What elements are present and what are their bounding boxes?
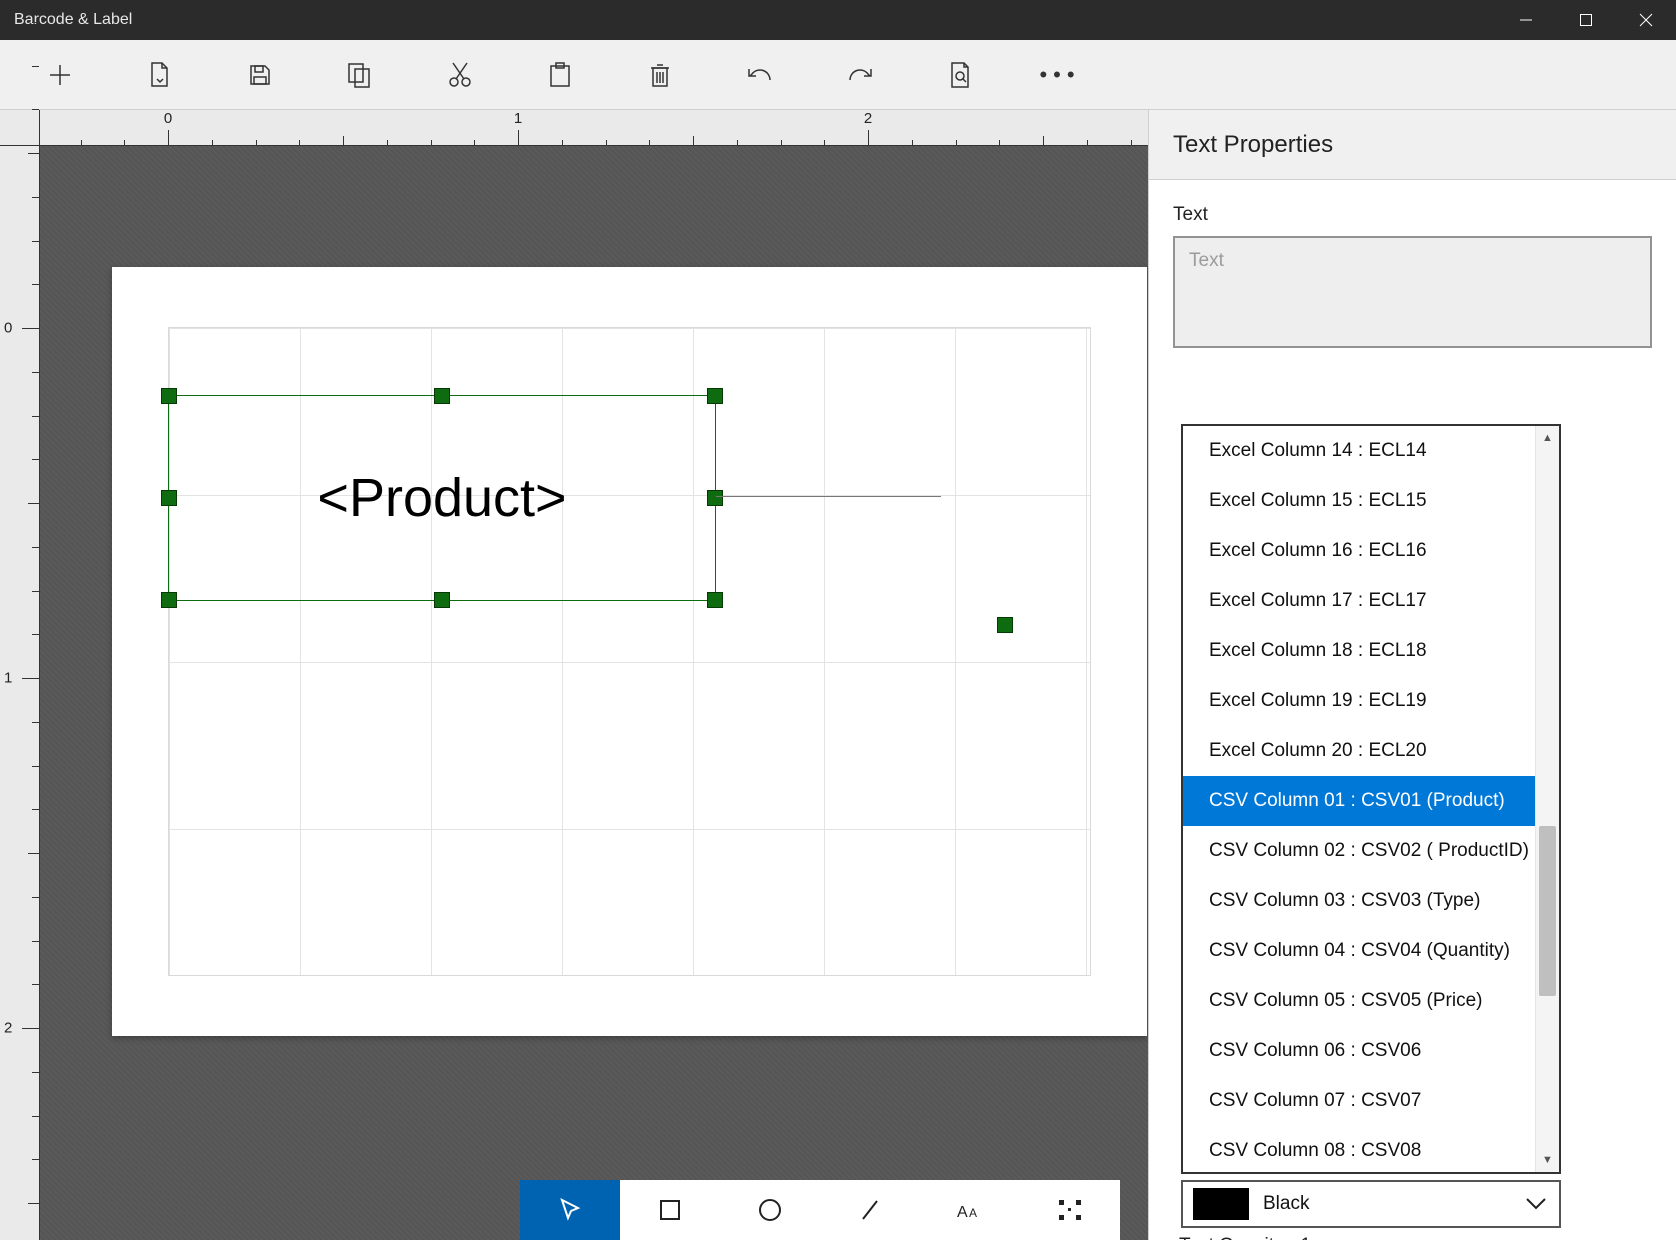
dropdown-item[interactable]: Excel Column 14 : ECL14 bbox=[1183, 426, 1535, 476]
dropdown-item[interactable]: Excel Column 20 : ECL20 bbox=[1183, 726, 1535, 776]
dropdown-item[interactable]: CSV Column 06 : CSV06 bbox=[1183, 1026, 1535, 1076]
dropdown-list[interactable]: Excel Column 14 : ECL14Excel Column 15 :… bbox=[1183, 426, 1535, 1172]
ruler-horizontal: 0 1 2 bbox=[40, 110, 1148, 146]
scroll-up-icon[interactable]: ▲ bbox=[1536, 426, 1559, 450]
svg-text:A: A bbox=[957, 1204, 968, 1221]
ruler-h-label: 2 bbox=[864, 110, 872, 127]
window-controls bbox=[1496, 0, 1676, 40]
toolbar: ••• bbox=[0, 40, 1676, 110]
text-field-label: Text bbox=[1173, 204, 1652, 226]
open-button[interactable] bbox=[110, 40, 210, 110]
window-title: Barcode & Label bbox=[0, 11, 132, 29]
properties-panel: Text Properties Text Text Black Text Opa… bbox=[1148, 110, 1676, 1240]
text-color-select[interactable]: Black bbox=[1181, 1180, 1561, 1228]
canvas-viewport[interactable]: <Product> bbox=[40, 146, 1148, 1240]
ruler-v-label: 1 bbox=[4, 670, 12, 687]
ruler-corner bbox=[0, 110, 40, 146]
resize-handle-bl[interactable] bbox=[161, 592, 177, 608]
fields-dropdown: Excel Column 14 : ECL14Excel Column 15 :… bbox=[1181, 424, 1561, 1174]
barcode-tool[interactable] bbox=[1020, 1180, 1120, 1240]
undo-button[interactable] bbox=[710, 40, 810, 110]
dropdown-item[interactable]: CSV Column 01 : CSV01 (Product) bbox=[1183, 776, 1535, 826]
new-button[interactable] bbox=[10, 40, 110, 110]
dropdown-item[interactable]: Excel Column 15 : ECL15 bbox=[1183, 476, 1535, 526]
panel-title: Text Properties bbox=[1149, 110, 1676, 180]
resize-handle-tm[interactable] bbox=[434, 388, 450, 404]
resize-handle-ml[interactable] bbox=[161, 490, 177, 506]
text-object-selected[interactable]: <Product> bbox=[168, 395, 716, 601]
color-swatch bbox=[1193, 1188, 1249, 1220]
snap-guide bbox=[716, 496, 941, 497]
ruler-h-label: 0 bbox=[164, 110, 172, 127]
ruler-v-label: 2 bbox=[4, 1020, 12, 1037]
close-button[interactable] bbox=[1616, 0, 1676, 40]
more-button[interactable]: ••• bbox=[1010, 40, 1110, 110]
canvas-area: 0 1 2 0 1 2 <Product> bbox=[0, 110, 1148, 1240]
titlebar: Barcode & Label bbox=[0, 0, 1676, 40]
resize-handle-br[interactable] bbox=[707, 592, 723, 608]
ruler-h-label: 1 bbox=[514, 110, 522, 127]
text-object-content: <Product> bbox=[317, 467, 566, 529]
resize-handle-mr[interactable] bbox=[707, 490, 723, 506]
minimize-button[interactable] bbox=[1496, 0, 1556, 40]
color-name: Black bbox=[1263, 1193, 1309, 1215]
snap-handle[interactable] bbox=[997, 617, 1013, 633]
copy-button[interactable] bbox=[310, 40, 410, 110]
line-tool[interactable] bbox=[820, 1180, 920, 1240]
dropdown-item[interactable]: Excel Column 17 : ECL17 bbox=[1183, 576, 1535, 626]
cut-button[interactable] bbox=[410, 40, 510, 110]
dropdown-item[interactable]: CSV Column 07 : CSV07 bbox=[1183, 1076, 1535, 1126]
text-tool[interactable]: AA bbox=[920, 1180, 1020, 1240]
scroll-down-icon[interactable]: ▼ bbox=[1536, 1148, 1559, 1172]
dropdown-item[interactable]: Excel Column 18 : ECL18 bbox=[1183, 626, 1535, 676]
ruler-v-label: 0 bbox=[4, 320, 12, 337]
scroll-thumb[interactable] bbox=[1539, 826, 1556, 996]
print-preview-button[interactable] bbox=[910, 40, 1010, 110]
dropdown-scrollbar[interactable]: ▲ ▼ bbox=[1535, 426, 1559, 1172]
chevron-down-icon bbox=[1525, 1197, 1547, 1211]
save-button[interactable] bbox=[210, 40, 310, 110]
resize-handle-tl[interactable] bbox=[161, 388, 177, 404]
dropdown-item[interactable]: CSV Column 02 : CSV02 ( ProductID) bbox=[1183, 826, 1535, 876]
ruler-vertical: 0 1 2 bbox=[0, 146, 40, 1240]
delete-button[interactable] bbox=[610, 40, 710, 110]
text-opacity-label: Text Opacity - 1 bbox=[1179, 1235, 1311, 1240]
ellipsis-icon: ••• bbox=[1039, 62, 1080, 88]
label-page[interactable]: <Product> bbox=[112, 267, 1147, 1036]
main-area: 0 1 2 0 1 2 <Product> bbox=[0, 110, 1676, 1240]
dropdown-item[interactable]: CSV Column 03 : CSV03 (Type) bbox=[1183, 876, 1535, 926]
svg-text:A: A bbox=[969, 1206, 977, 1220]
dropdown-item[interactable]: CSV Column 04 : CSV04 (Quantity) bbox=[1183, 926, 1535, 976]
dropdown-item[interactable]: CSV Column 05 : CSV05 (Price) bbox=[1183, 976, 1535, 1026]
text-input[interactable]: Text bbox=[1173, 236, 1652, 348]
dropdown-item[interactable]: CSV Column 08 : CSV08 bbox=[1183, 1126, 1535, 1172]
maximize-button[interactable] bbox=[1556, 0, 1616, 40]
select-tool[interactable] bbox=[520, 1180, 620, 1240]
paste-button[interactable] bbox=[510, 40, 610, 110]
resize-handle-tr[interactable] bbox=[707, 388, 723, 404]
resize-handle-bm[interactable] bbox=[434, 592, 450, 608]
redo-button[interactable] bbox=[810, 40, 910, 110]
text-input-placeholder: Text bbox=[1189, 250, 1224, 271]
ellipse-tool[interactable] bbox=[720, 1180, 820, 1240]
shape-tools: AA bbox=[520, 1180, 1120, 1240]
dropdown-item[interactable]: Excel Column 19 : ECL19 bbox=[1183, 676, 1535, 726]
rectangle-tool[interactable] bbox=[620, 1180, 720, 1240]
dropdown-item[interactable]: Excel Column 16 : ECL16 bbox=[1183, 526, 1535, 576]
